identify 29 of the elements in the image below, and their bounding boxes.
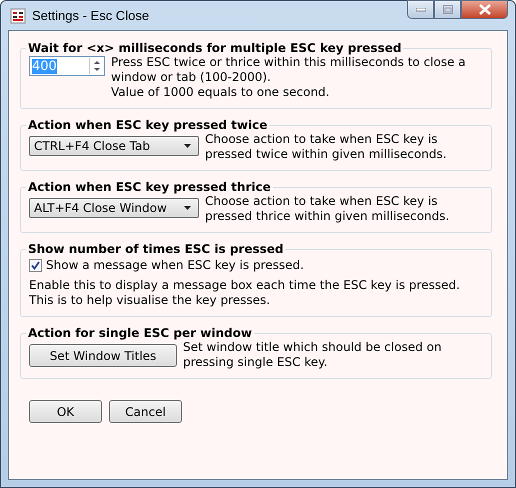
set-titles-button[interactable]: Set Window Titles [29, 344, 177, 367]
description-text: Set window title which should be closed on pressing single ESC key. [183, 340, 443, 370]
group-title: Action when ESC key pressed thrice [27, 180, 272, 194]
caret-icon [184, 144, 192, 148]
dropdown[interactable]: ALT+F4 Close Window [29, 198, 199, 218]
app-icon [10, 8, 26, 24]
minimize-icon [416, 8, 426, 12]
description-text: Choose action to take when ESC key is pressed thrice within given milliseconds. [205, 194, 450, 224]
group-title: Action when ESC key pressed twice [27, 118, 268, 132]
close-button[interactable] [461, 0, 508, 19]
maximize-button[interactable] [434, 0, 461, 19]
dialog-button[interactable]: Cancel [109, 400, 182, 423]
close-icon [478, 4, 490, 15]
checkbox[interactable] [29, 258, 42, 272]
field-value: 400 [32, 58, 57, 74]
dialog-button[interactable]: OK [29, 400, 102, 423]
description-text: Press ESC twice or thrice within this milliseconds to close a window or tab (100-2000). [111, 55, 467, 85]
description-text: Choose action to take when ESC key is pressed twice within given milliseconds. [205, 132, 448, 162]
dropdown[interactable]: CTRL+F4 Close Tab [29, 136, 199, 156]
checkbox-label[interactable]: Show a message when ESC key is pressed. [46, 258, 304, 272]
description-text: Value of 1000 equals to one second. [111, 85, 330, 100]
minimize-button[interactable] [407, 0, 434, 19]
group-title: Wait for <x> milliseconds for multiple ESC key pressed [27, 41, 402, 55]
caret-icon [184, 206, 192, 210]
description-text: Enable this to display a message box each time the ESC key is pressed. This is to help visualise the key presses. [29, 278, 461, 308]
group-title: Action for single ESC per window [27, 326, 253, 340]
window-title: Settings - Esc Close [32, 8, 150, 23]
group-title: Show number of times ESC is pressed [27, 242, 284, 256]
maximize-icon [442, 5, 452, 14]
